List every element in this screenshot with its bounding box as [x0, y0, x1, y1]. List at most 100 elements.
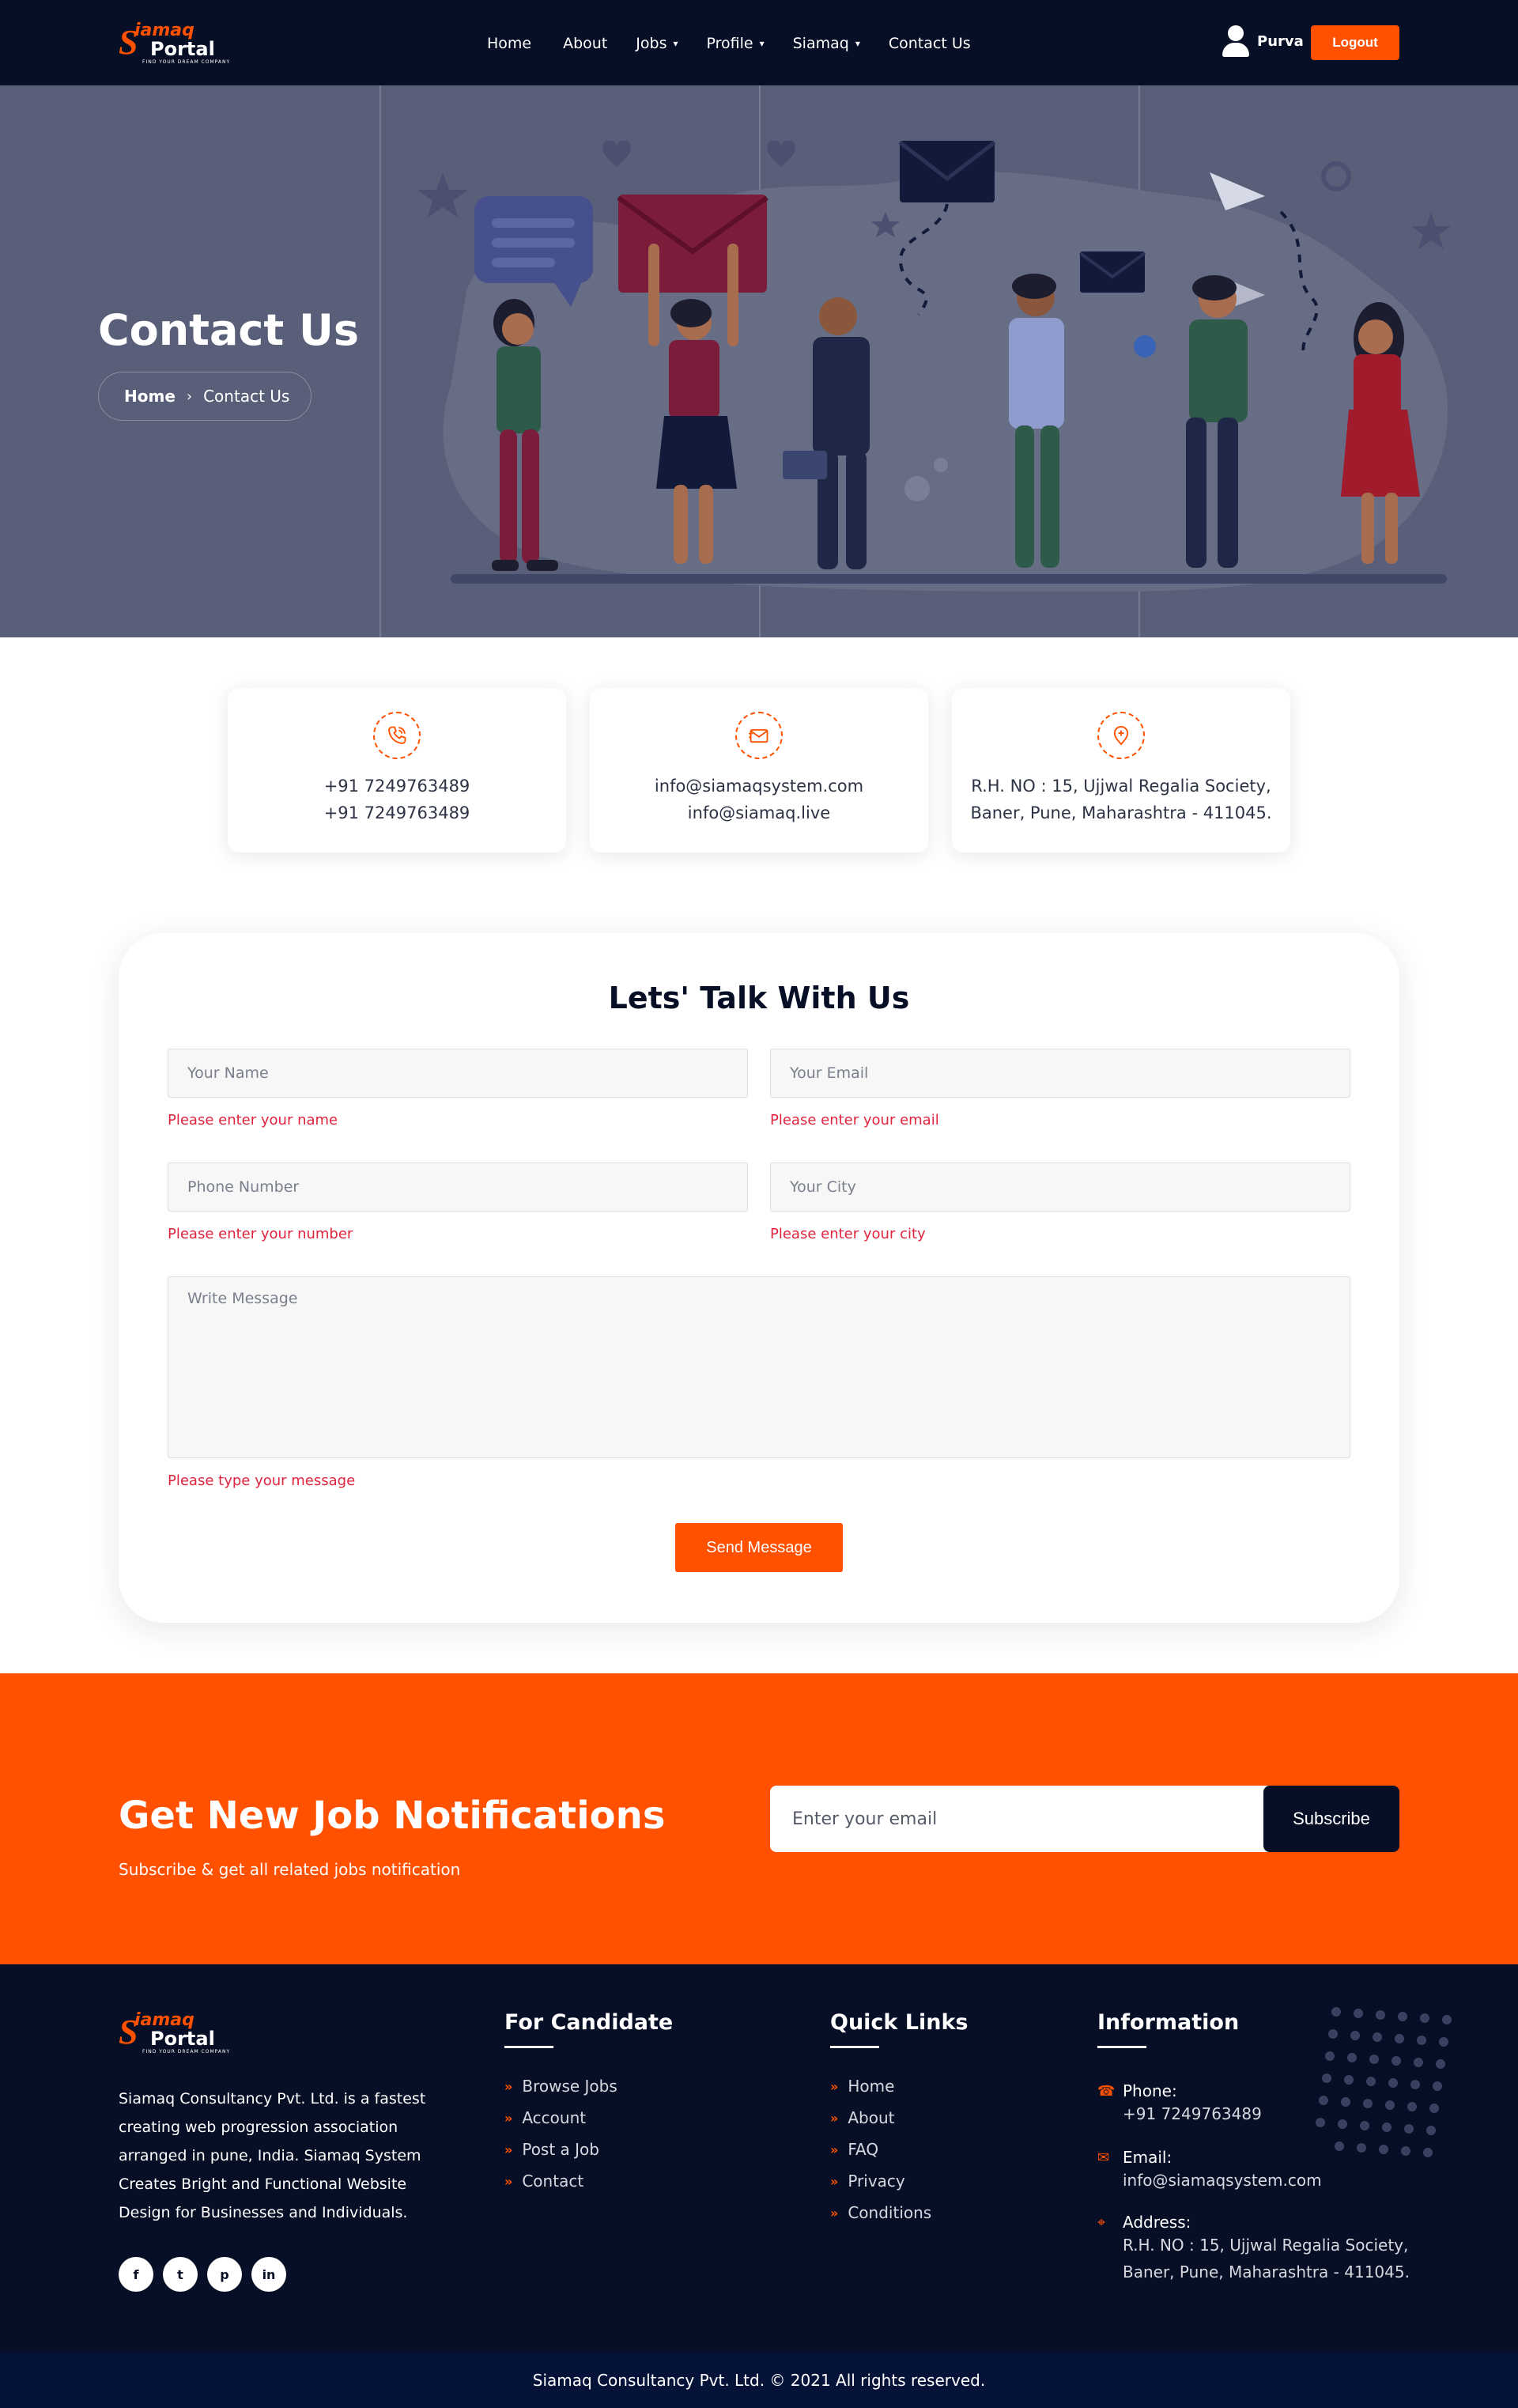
footer-heading-underline: [830, 2046, 879, 2048]
hero-banner: Contact Us Home › Contact Us: [0, 85, 1518, 637]
footer-heading: Quick Links: [830, 2010, 969, 2035]
nav-jobs-label: Jobs: [636, 35, 667, 52]
double-chevron-right-icon: »: [830, 2141, 839, 2157]
footer-link[interactable]: » About: [830, 2102, 969, 2134]
footer-link-label: FAQ: [848, 2140, 879, 2159]
footer-link[interactable]: » Browse Jobs: [504, 2070, 673, 2102]
footer-link[interactable]: » Home: [830, 2070, 969, 2102]
form-title: Lets' Talk With Us: [608, 981, 910, 1015]
site-logo[interactable]: S iamaq Portal FIND YOUR DREAM COMPANY: [119, 21, 237, 66]
copyright-text: Siamaq Consultancy Pvt. Ltd. © 2021 All …: [532, 2371, 986, 2390]
logo-tagline: FIND YOUR DREAM COMPANY: [142, 2049, 231, 2055]
newsletter-title: Get New Job Notifications: [119, 1794, 666, 1838]
newsletter-subtitle: Subscribe & get all related jobs notific…: [119, 1860, 461, 1879]
footer-link-label: Browse Jobs: [522, 2077, 617, 2096]
facebook-icon[interactable]: f: [119, 2257, 153, 2292]
logo-bottom-text: Portal: [150, 38, 215, 60]
footer-address: ⌖ Address: R.H. NO : 15, Ujjwal Regalia …: [1097, 2213, 1455, 2285]
twitter-icon[interactable]: t: [163, 2257, 198, 2292]
footer-link-label: About: [848, 2108, 895, 2127]
nav-home-label: Home: [487, 35, 532, 52]
city-input[interactable]: Your City: [770, 1162, 1350, 1212]
footer-heading: For Candidate: [504, 2010, 674, 2035]
footer-link[interactable]: » Privacy: [830, 2165, 969, 2197]
double-chevron-right-icon: »: [830, 2205, 839, 2221]
nav-home[interactable]: Home: [487, 35, 531, 52]
footer-link[interactable]: » Conditions: [830, 2197, 969, 2228]
footer-link[interactable]: » Contact: [504, 2165, 673, 2197]
nav-contact-label: Contact Us: [888, 35, 971, 52]
double-chevron-right-icon: »: [504, 2078, 513, 2094]
decorative-dots: [1316, 2007, 1452, 2157]
footer-link-label: Contact: [522, 2172, 584, 2191]
newsletter-section: Get New Job Notifications Subscribe & ge…: [0, 1673, 1518, 1964]
subscribe-button[interactable]: Subscribe: [1263, 1786, 1399, 1852]
footer-link[interactable]: » Post a Job: [504, 2134, 673, 2165]
send-message-button[interactable]: Send Message: [675, 1523, 843, 1572]
email-line-2[interactable]: info@siamaq.live: [590, 803, 928, 822]
chevron-right-icon: ›: [186, 387, 193, 405]
message-error: Please type your message: [168, 1472, 356, 1489]
footer-address-line-2: Baner, Pune, Maharashtra - 411045.: [1123, 2262, 1410, 2281]
footer-link-label: Privacy: [848, 2172, 905, 2191]
logo-tagline: FIND YOUR DREAM COMPANY: [142, 59, 231, 65]
double-chevron-right-icon: »: [830, 2110, 839, 2126]
main-menu: Home About Jobs ▾ Profile ▾ Siamaq ▾ Contac…: [487, 32, 971, 55]
contact-illustration: [417, 140, 1451, 592]
footer-link[interactable]: » Account: [504, 2102, 673, 2134]
footer-link-label: Conditions: [848, 2203, 932, 2222]
contact-card-email: info@siamaqsystem.com info@siamaq.live: [590, 688, 928, 852]
user-menu[interactable]: Purva: [1221, 24, 1304, 59]
address-line-1: R.H. NO : 15, Ujjwal Regalia Society,: [971, 777, 1271, 796]
footer-col-candidate: For Candidate » Browse Jobs » Account » Pos…: [504, 2010, 673, 2197]
phone-input[interactable]: Phone Number: [168, 1162, 748, 1212]
footer-address-label: Address:: [1123, 2213, 1191, 2232]
pinterest-icon[interactable]: p: [207, 2257, 242, 2292]
double-chevron-right-icon: »: [830, 2173, 839, 2189]
footer-heading-underline: [504, 2046, 553, 2048]
email-line-1[interactable]: info@siamaqsystem.com: [590, 777, 928, 796]
chevron-down-icon: ▾: [855, 38, 860, 49]
contact-form: Lets' Talk With Us Your Name Please ente…: [119, 933, 1399, 1623]
breadcrumb-home[interactable]: Home: [124, 387, 176, 406]
nav-about-label: About: [563, 35, 608, 52]
top-navbar: S iamaq Portal FIND YOUR DREAM COMPANY H…: [0, 0, 1518, 85]
chevron-down-icon: ▾: [673, 38, 678, 49]
double-chevron-right-icon: »: [504, 2173, 513, 2189]
newsletter-email-input[interactable]: Enter your email: [770, 1786, 1292, 1852]
nav-siamaq[interactable]: Siamaq ▾: [793, 35, 860, 52]
envelope-icon: ✉: [1097, 2149, 1110, 2166]
breadcrumb: Home › Contact Us: [98, 372, 312, 421]
nav-contact-us[interactable]: Contact Us: [889, 35, 971, 52]
user-name: Purva: [1257, 32, 1304, 50]
phone-line-1[interactable]: +91 7249763489: [228, 777, 566, 796]
phone-icon: ☎: [1097, 2083, 1116, 2100]
email-input[interactable]: Your Email: [770, 1049, 1350, 1098]
page-title: Contact Us: [98, 305, 360, 355]
footer-heading-underline: [1097, 2046, 1146, 2048]
footer-col-quick-links: Quick Links » Home » About » FAQ » Privacy »…: [830, 2010, 969, 2228]
logo-bottom-text: Portal: [150, 2028, 215, 2050]
message-textarea[interactable]: Write Message: [168, 1276, 1350, 1458]
nav-profile-label: Profile: [706, 35, 753, 52]
phone-icon: [373, 712, 421, 759]
footer-address-line-1: R.H. NO : 15, Ujjwal Regalia Society,: [1123, 2236, 1409, 2255]
contact-card-address: R.H. NO : 15, Ujjwal Regalia Society, Ba…: [952, 688, 1290, 852]
social-links: f t p in: [119, 2257, 286, 2292]
nav-about[interactable]: About: [563, 35, 607, 52]
footer-logo[interactable]: S iamaq Portal FIND YOUR DREAM COMPANY: [119, 2010, 237, 2056]
email-error: Please enter your email: [770, 1112, 939, 1128]
footer-link-label: Post a Job: [522, 2140, 599, 2159]
nav-siamaq-label: Siamaq: [792, 35, 849, 52]
double-chevron-right-icon: »: [504, 2141, 513, 2157]
name-input[interactable]: Your Name: [168, 1049, 748, 1098]
hero-divider: [380, 85, 381, 637]
phone-line-2[interactable]: +91 7249763489: [228, 803, 566, 822]
nav-jobs[interactable]: Jobs ▾: [636, 35, 678, 52]
footer-about-text: Siamaq Consultancy Pvt. Ltd. is a fastes…: [119, 2090, 426, 2221]
linkedin-icon[interactable]: in: [251, 2257, 286, 2292]
double-chevron-right-icon: »: [830, 2078, 839, 2094]
nav-profile[interactable]: Profile ▾: [707, 35, 765, 52]
footer-link[interactable]: » FAQ: [830, 2134, 969, 2165]
logout-button[interactable]: Logout: [1311, 25, 1399, 60]
